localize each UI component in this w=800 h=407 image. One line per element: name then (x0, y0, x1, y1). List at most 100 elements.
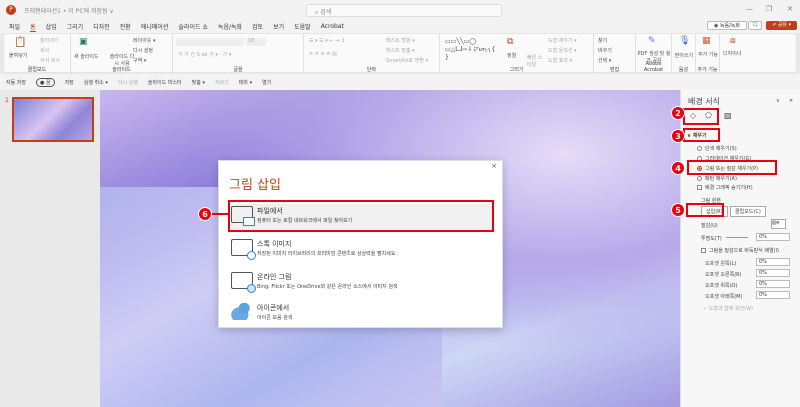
copy-button[interactable]: 복사 (40, 47, 49, 54)
tab-record[interactable]: 녹음/녹화 (218, 22, 242, 31)
open-button[interactable]: 열기 (262, 79, 271, 86)
restore-button[interactable]: ❐ (766, 5, 772, 13)
dialog-close-button[interactable]: × (491, 162, 497, 170)
reset-button[interactable]: 다시 설정 (133, 47, 153, 54)
powerpoint-logo-icon: P (6, 5, 16, 15)
dialog-title: 그림 삽입 (229, 178, 281, 193)
tile-checkbox[interactable]: 그림을 질감으로 바둑판식 배열(I) (701, 247, 779, 254)
slide-thumbnail[interactable] (12, 97, 94, 142)
replace-button[interactable]: 바꾸기 (598, 47, 612, 54)
search-placeholder: 검색 (320, 9, 332, 16)
comment-button[interactable]: 🗨 (748, 21, 762, 30)
pane-options-icon[interactable]: ∨ (776, 98, 780, 104)
font-group-label: 글꼴 (233, 67, 243, 73)
find-button[interactable]: 찾기 (598, 37, 607, 44)
reuse-slides-button[interactable]: 슬라이드 다시 사용 (109, 53, 135, 67)
clipboard-button[interactable]: 클립보드(C) (730, 206, 766, 217)
cut-button[interactable]: 잘라내기 (40, 37, 58, 44)
tab-acrobat[interactable]: Acrobat (321, 23, 344, 30)
smartart-button[interactable]: SmartArt로 변환 ▾ (386, 57, 428, 64)
voice-group: 🎙 받아쓰기 음성 (672, 34, 696, 74)
new-slide-button[interactable]: 새 슬라이드 (74, 53, 99, 60)
close-button[interactable]: ✕ (787, 5, 793, 13)
shape-effects-button[interactable]: 도형 효과 ▾ (548, 57, 572, 64)
offset-bottom-input[interactable]: 0% (756, 291, 790, 299)
align-text-button[interactable]: 텍스트 맞춤 ▾ (386, 47, 415, 54)
offset-right-label: 오프셋 오른쪽(R) (705, 272, 742, 278)
format-painter-button[interactable]: 서식 복사 (40, 57, 60, 64)
pane-close-icon[interactable]: ✕ (789, 98, 793, 104)
tab-view[interactable]: 보기 (273, 22, 284, 31)
adobe-group-label: Adobe Acrobat (643, 61, 664, 73)
addins-icon: ▦ (702, 36, 711, 46)
share-button[interactable]: ⇗ 공유 ▾ (766, 21, 797, 30)
ribbon: 📋 붙여넣기 잘라내기 복사 서식 복사 클립보드 ▣ 새 슬라이드 슬라이드 … (3, 33, 797, 74)
online-pictures-option[interactable]: 온라인 그림 Bing, Flickr 또는 OneDrive와 같은 온라인 … (231, 270, 493, 296)
arrange-button[interactable]: 정렬 (507, 52, 516, 59)
clipboard-group: 📋 붙여넣기 잘라내기 복사 서식 복사 클립보드 (4, 34, 71, 74)
offset-top-label: 오프셋 위쪽(O) (705, 283, 738, 289)
autosave-toggle[interactable]: ● 꿈 (36, 77, 55, 87)
microphone-icon: 🎙 (679, 36, 691, 46)
addins-button[interactable]: 추가 기능 (698, 51, 718, 58)
solid-fill-radio[interactable]: 단색 채우기(S) (697, 145, 737, 152)
tab-file[interactable]: 파일 (9, 22, 20, 31)
paste-button[interactable]: 붙여넣기 (9, 52, 27, 59)
undo-button[interactable]: 실행 취소 ▾ (84, 79, 108, 86)
annotation-badge-5: 5 (671, 203, 685, 217)
section-button[interactable]: 구역 ▾ (133, 57, 146, 64)
offset-right-input[interactable]: 0% (756, 269, 790, 277)
font-name-combo[interactable] (176, 38, 244, 46)
dictate-button[interactable]: 받아쓰기 (674, 52, 694, 59)
picture-tab-icon[interactable]: ▨ (724, 111, 732, 120)
save-button[interactable]: 저장 (65, 79, 74, 86)
shapes-gallery[interactable]: ▭▭╲╲▭◯ ▭△ᒪᒧ⇨⇩ ◸ᔕ╮╮{ } (445, 38, 500, 62)
text-direction-button[interactable]: 텍스트 방향 ▾ (386, 37, 415, 44)
transparency-input[interactable]: 0% (756, 233, 790, 241)
from-icons-option[interactable]: 아이콘에서 아이콘 모음 검색 (231, 301, 493, 327)
tab-animations[interactable]: 애니메이션 (141, 22, 169, 31)
font-format-buttons[interactable]: 가 가 간 S ab 가 ▾ · 가 ▾ (178, 51, 231, 58)
tab-help[interactable]: 도움말 (294, 22, 311, 31)
rotate-with-shape-checkbox[interactable]: ✓ 도형과 함께 회전(W) (703, 305, 753, 312)
select-button[interactable]: 선택 ▾ (598, 57, 611, 64)
transparency-slider[interactable] (726, 237, 748, 238)
tab-draw[interactable]: 그리기 (67, 22, 84, 31)
pane-title: 배경 서식 (688, 97, 720, 106)
crop-button[interactable]: 자르기 (215, 79, 229, 86)
shape-fill-button[interactable]: 도형 채우기 ▾ (548, 37, 577, 44)
texture-label: 질감(U) (701, 223, 718, 229)
layout-button[interactable]: 레이아웃 ▾ (133, 37, 156, 44)
shape-outline-button[interactable]: 도형 윤곽선 ▾ (548, 47, 577, 54)
minimize-button[interactable]: — (746, 5, 753, 13)
pattern-fill-label: 패턴 채우기(A) (705, 176, 737, 182)
editing-group-label: 편집 (609, 67, 620, 73)
tab-home[interactable]: 홈 (30, 22, 36, 32)
document-title[interactable]: 프레젠테이션1 • 이 PC에 저장됨 ∨ (24, 6, 114, 15)
offset-top-input[interactable]: 0% (756, 280, 790, 288)
align-buttons[interactable]: ≡ ≡ ≡ ≡ ▤ (309, 51, 337, 57)
tab-design[interactable]: 디자인 (93, 22, 110, 31)
stock-images-option[interactable]: 스톡 이미지 저장된 이미지 라이브러리의 프리미엄 콘텐츠로 상상력을 펼치세… (231, 237, 493, 263)
pattern-fill-radio[interactable]: 패턴 채우기(A) (697, 175, 737, 182)
redo-button[interactable]: 다시 실행 (118, 79, 138, 86)
texture-picker[interactable]: ▧▾ (771, 219, 786, 229)
designer-button[interactable]: 디자이너 (723, 50, 741, 57)
slide-master-button[interactable]: 슬라이드 마스터 (148, 79, 182, 86)
tab-slideshow[interactable]: 슬라이드 쇼 (178, 22, 208, 31)
tab-transitions[interactable]: 전환 (120, 22, 131, 31)
align-button[interactable]: 맞춤 ▾ (192, 79, 205, 86)
list-buttons[interactable]: ☰ ▾ ☰ ▾ ⇤ ⇥ ↕ (309, 38, 345, 44)
offset-left-label: 오프셋 왼쪽(L) (705, 261, 737, 267)
font-size-combo[interactable]: 18 (246, 38, 266, 46)
search-input[interactable]: ⌕ 검색 (306, 4, 502, 17)
offset-left-input[interactable]: 0% (756, 258, 790, 266)
theme-button[interactable]: 테마 ▾ (239, 79, 252, 86)
annotation-badge-3: 3 (671, 129, 685, 143)
slides-group: ▣ 새 슬라이드 슬라이드 다시 사용 레이아웃 ▾ 다시 설정 구역 ▾ 슬라… (71, 34, 173, 74)
transparency-label: 투명도(T) (701, 236, 722, 242)
hide-background-checkbox[interactable]: 배경 그래픽 숨기기(H) (697, 184, 753, 191)
tab-insert[interactable]: 삽입 (46, 22, 57, 31)
record-button[interactable]: ◉ 녹음/녹화 (707, 21, 747, 30)
tab-review[interactable]: 검토 (252, 22, 263, 31)
